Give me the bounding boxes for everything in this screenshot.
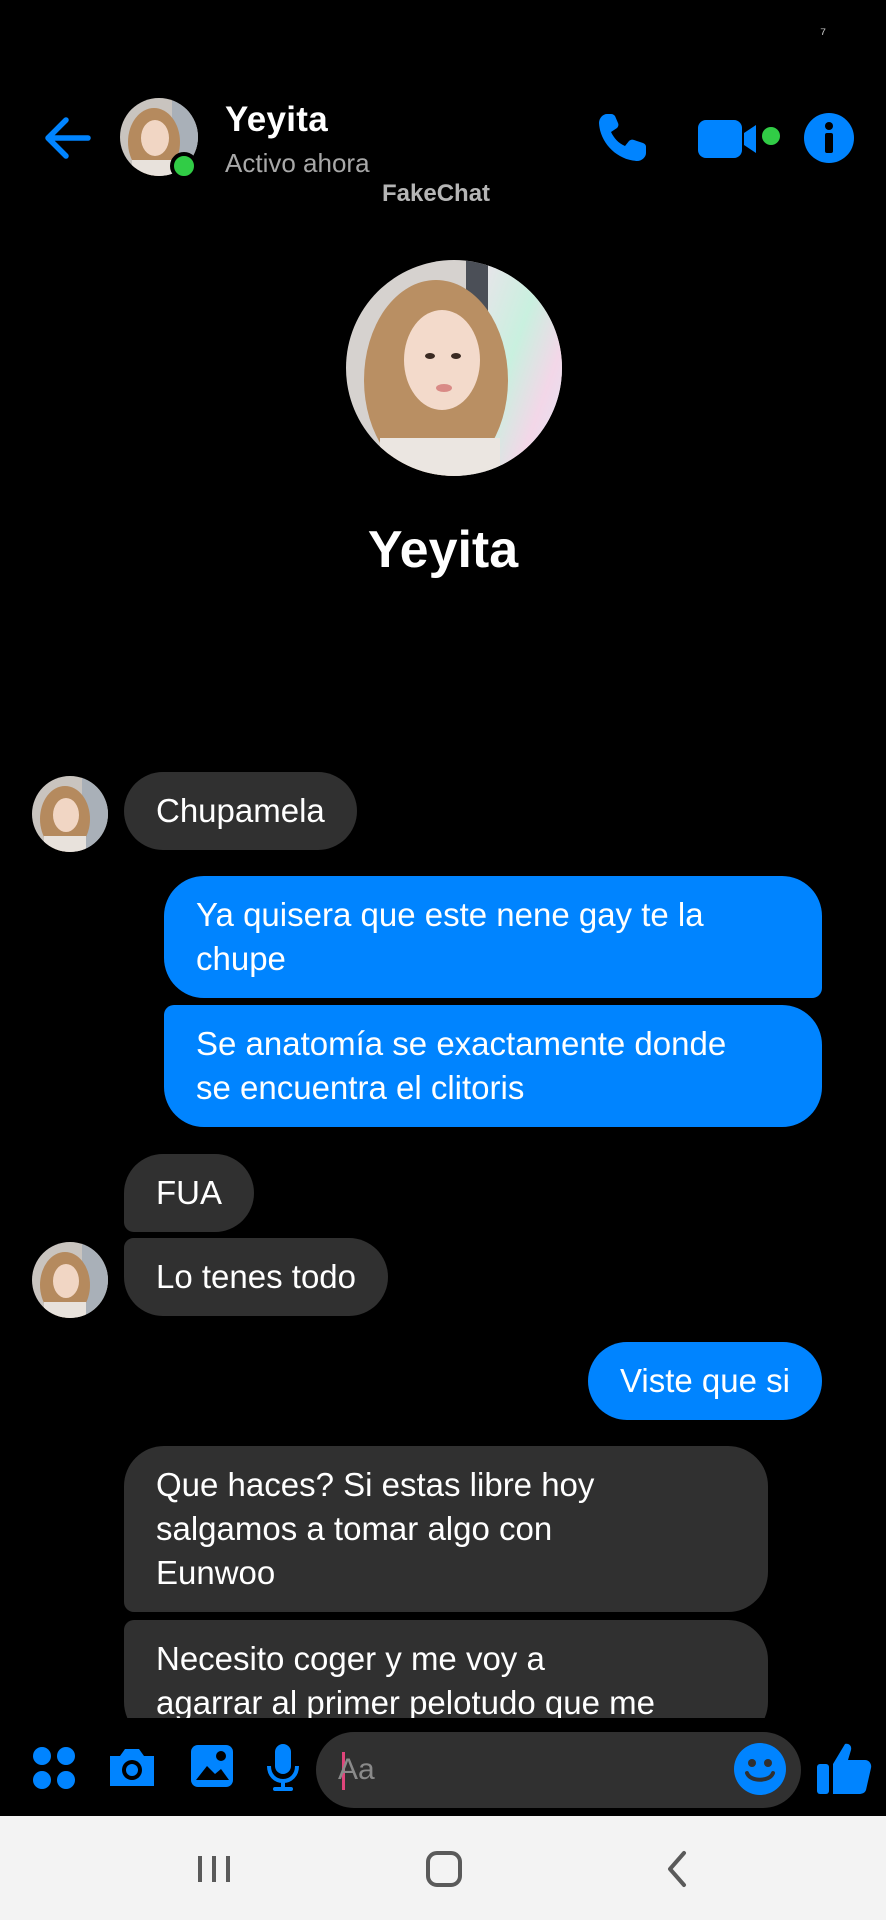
- home-icon: [426, 1851, 462, 1887]
- message-text: Necesito coger y me voy a: [156, 1640, 545, 1677]
- contact-name[interactable]: Yeyita: [225, 100, 328, 140]
- message-bubble-incoming[interactable]: Que haces? Si estas libre hoy salgamos a…: [124, 1446, 768, 1612]
- recent-apps-button[interactable]: [186, 1846, 242, 1892]
- message-clip: Necesito coger y me voy a agarrar al pri…: [0, 1620, 886, 1718]
- message-text: FUA: [156, 1174, 222, 1211]
- message-bubble-outgoing[interactable]: Ya quisera que este nene gay te la chupe: [164, 876, 822, 998]
- message-input-container[interactable]: [316, 1732, 801, 1808]
- like-button[interactable]: [815, 1740, 873, 1798]
- arrow-left-icon: [45, 117, 91, 159]
- message-composer: [0, 1730, 886, 1810]
- recent-apps-icon: [198, 1856, 230, 1882]
- thumbs-up-icon: [817, 1743, 872, 1794]
- message-bubble-outgoing[interactable]: Se anatomía se exactamente donde se encu…: [164, 1005, 822, 1127]
- info-button[interactable]: [803, 112, 855, 164]
- message-text: Chupamela: [156, 792, 325, 829]
- message-text: se encuentra el clitoris: [196, 1069, 525, 1106]
- apps-button[interactable]: [32, 1746, 76, 1795]
- message-text: Lo tenes todo: [156, 1258, 356, 1295]
- system-back-button[interactable]: [650, 1846, 706, 1892]
- watermark: FakeChat: [382, 180, 491, 207]
- message-text: Que haces? Si estas libre hoy: [156, 1466, 595, 1503]
- message-text: Ya quisera que este nene gay te la: [196, 896, 704, 933]
- video-camera-icon: [698, 120, 780, 158]
- camera-button[interactable]: [106, 1744, 158, 1795]
- online-indicator: [170, 152, 198, 180]
- message-bubble-incoming[interactable]: Necesito coger y me voy a agarrar al pri…: [124, 1620, 768, 1718]
- message-text: Eunwoo: [156, 1554, 276, 1591]
- phone-icon: [599, 114, 646, 161]
- message-bubble-incoming[interactable]: Lo tenes todo: [124, 1238, 388, 1316]
- camera-icon: [110, 1749, 154, 1786]
- emoji-icon: [734, 1743, 786, 1795]
- profile-name: Yeyita: [367, 521, 519, 579]
- message-input[interactable]: [338, 1744, 698, 1796]
- gallery-button[interactable]: [188, 1742, 236, 1795]
- video-call-button[interactable]: [696, 114, 786, 164]
- message-text: salgamos a tomar algo con: [156, 1510, 553, 1547]
- microphone-icon: [267, 1744, 299, 1791]
- status-bar: ⁷: [0, 0, 886, 70]
- system-nav-bar: [0, 1816, 886, 1920]
- apps-grid-icon: [33, 1747, 75, 1789]
- chat-header: Yeyita Activo ahora FakeChat: [0, 90, 886, 207]
- message-text: agarrar al primer pelotudo que me: [156, 1684, 655, 1718]
- voice-call-button[interactable]: [594, 110, 650, 166]
- gallery-icon: [191, 1745, 233, 1787]
- message-bubble-incoming[interactable]: FUA: [124, 1154, 254, 1232]
- message-text: chupe: [196, 940, 286, 977]
- message-text: Se anatomía se exactamente donde: [196, 1025, 727, 1062]
- home-button[interactable]: [416, 1846, 472, 1892]
- microphone-button[interactable]: [266, 1742, 300, 1797]
- message-bubble-incoming[interactable]: Chupamela: [124, 772, 357, 850]
- sender-avatar[interactable]: [32, 776, 108, 852]
- info-icon: [804, 113, 854, 163]
- active-status: Activo ahora: [225, 148, 370, 178]
- message-text: Viste que si: [620, 1362, 790, 1399]
- emoji-button[interactable]: [733, 1742, 787, 1796]
- status-indicator: ⁷: [820, 26, 826, 43]
- back-button[interactable]: [38, 108, 98, 168]
- message-bubble-outgoing[interactable]: Viste que si: [588, 1342, 822, 1420]
- profile-avatar[interactable]: [346, 260, 562, 476]
- chevron-left-icon: [668, 1851, 686, 1887]
- sender-avatar[interactable]: [32, 1242, 108, 1318]
